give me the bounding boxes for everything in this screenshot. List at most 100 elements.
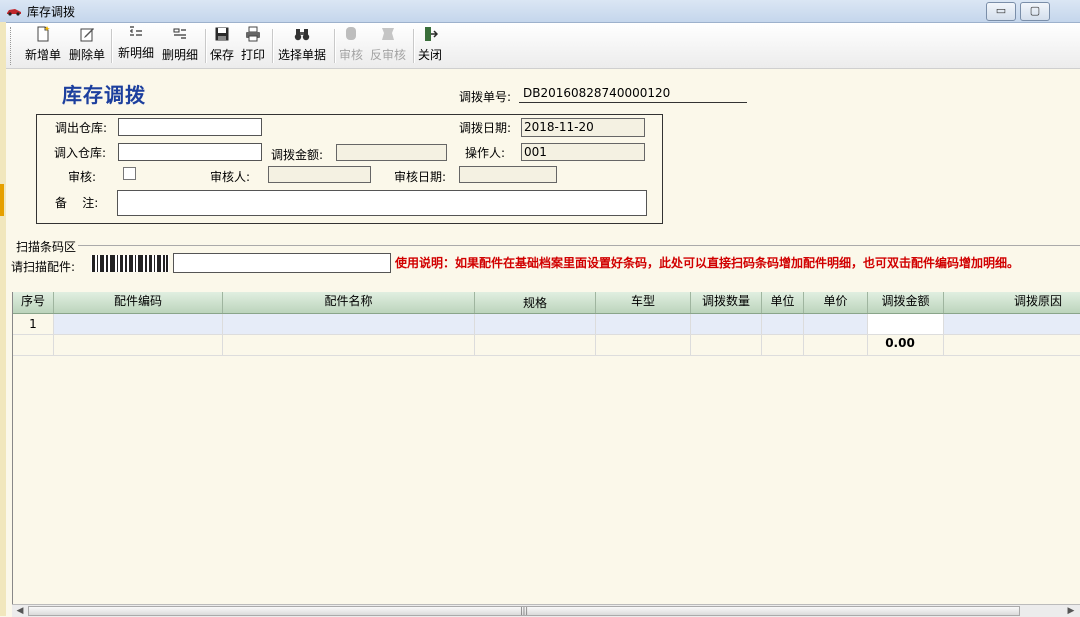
table-row[interactable]: 1: [13, 314, 1080, 335]
unaudit-label: 反审核: [369, 48, 406, 62]
summary-cell: [691, 335, 762, 355]
out-warehouse-input[interactable]: [118, 118, 262, 136]
doc-no-value: DB20160828740000120: [523, 86, 671, 100]
printer-icon: [246, 26, 260, 42]
col-header-part-code[interactable]: 配件编码: [54, 292, 223, 313]
exit-door-icon: [425, 27, 438, 41]
col-header-reason[interactable]: 调拨原因: [944, 292, 1080, 313]
vehicle-cell[interactable]: [596, 314, 691, 334]
in-warehouse-input[interactable]: [118, 143, 262, 161]
undo-stamp-icon: [382, 28, 394, 40]
unaudit-button[interactable]: 反审核: [368, 26, 408, 66]
remove-row-icon: [173, 28, 186, 39]
col-header-spec[interactable]: 规格: [475, 292, 596, 313]
summary-cell: [804, 335, 868, 355]
date-label: 调拨日期:: [459, 121, 512, 135]
amount-label: 调拨金额:: [271, 148, 324, 162]
maximize-icon: ▢: [1029, 4, 1041, 17]
amount-field: [336, 144, 447, 161]
audit-checkbox[interactable]: [123, 167, 136, 180]
auditor-field: [268, 166, 371, 183]
in-warehouse-label: 调入仓库:: [54, 146, 107, 160]
summary-cell: [762, 335, 804, 355]
minimize-icon: ▭: [995, 4, 1007, 17]
toolbar-separator: [413, 29, 415, 63]
stamp-icon: [346, 27, 356, 40]
auditor-label: 审核人:: [210, 170, 251, 184]
operator-label: 操作人:: [465, 146, 506, 160]
edit-document-icon: [80, 28, 94, 42]
grid-header: 序号 配件编码 配件名称 规格 车型 调拨数量 单位 单价 调拨金额 调拨原因: [13, 292, 1080, 314]
new-detail-button[interactable]: 新明细: [116, 24, 156, 64]
col-header-qty[interactable]: 调拨数量: [691, 292, 762, 313]
new-document-icon: [37, 26, 50, 42]
toolbar-separator: [334, 29, 336, 63]
remark-label: 备 注:: [55, 196, 99, 210]
date-field[interactable]: 2018-11-20: [521, 118, 645, 137]
new-detail-label: 新明细: [117, 46, 154, 60]
delete-doc-label: 删除单: [68, 48, 105, 62]
spec-cell[interactable]: [475, 314, 596, 334]
col-header-part-name[interactable]: 配件名称: [223, 292, 475, 313]
col-header-amount[interactable]: 调拨金额: [868, 292, 944, 313]
window-title: 库存调拨: [27, 5, 76, 19]
horizontal-scrollbar[interactable]: ◀ ||| ▶: [12, 604, 1080, 617]
toolbar-grip[interactable]: [10, 27, 13, 65]
select-doc-button[interactable]: 选择单据: [276, 26, 328, 66]
scan-area-legend: 扫描条码区: [16, 240, 77, 254]
operator-field: 001: [521, 143, 645, 161]
audit-status-label: 审核:: [68, 170, 97, 184]
toolbar-separator: [111, 29, 113, 63]
summary-cell: [944, 335, 1080, 355]
scan-usage-hint: 使用说明：如果配件在基础档案里面设置好条码，此处可以直接扫码条码增加配件明细，也…: [395, 256, 1020, 270]
left-edge-strip: [0, 22, 6, 616]
delete-doc-button[interactable]: 删除单: [67, 26, 107, 66]
scroll-right-icon[interactable]: ▶: [1064, 605, 1078, 617]
out-warehouse-label: 调出仓库:: [55, 121, 108, 135]
select-doc-label: 选择单据: [277, 48, 326, 62]
audit-date-label: 审核日期:: [394, 170, 447, 184]
audit-label: 审核: [338, 48, 363, 62]
col-header-seq[interactable]: 序号: [13, 292, 54, 313]
floppy-disk-icon: [215, 27, 229, 41]
remark-input[interactable]: [117, 190, 647, 216]
title-bar: 库存调拨 ▭ ▢: [0, 0, 1080, 23]
toolbar-separator: [205, 29, 207, 63]
total-amount: 0.00: [885, 336, 915, 350]
col-header-vehicle[interactable]: 车型: [596, 292, 691, 313]
scroll-left-icon[interactable]: ◀: [13, 605, 27, 617]
toolbar: 新增单 删除单 新明细 删明细 保存 打印 选择单据 审核 反审核 关闭: [6, 23, 1080, 69]
audit-date-field: [459, 166, 557, 183]
col-header-price[interactable]: 单价: [804, 292, 868, 313]
part-code-cell[interactable]: [54, 314, 223, 334]
print-label: 打印: [240, 48, 265, 62]
audit-button[interactable]: 审核: [337, 26, 365, 66]
save-button[interactable]: 保存: [208, 26, 236, 66]
minimize-button[interactable]: ▭: [986, 2, 1016, 21]
scan-area-divider: [78, 245, 1080, 246]
print-button[interactable]: 打印: [239, 26, 267, 66]
unit-cell[interactable]: [762, 314, 804, 334]
scroll-thumb[interactable]: |||: [28, 606, 1020, 616]
col-header-unit[interactable]: 单位: [762, 292, 804, 313]
page-title: 库存调拨: [62, 83, 146, 107]
amount-cell[interactable]: [868, 314, 944, 334]
new-doc-button[interactable]: 新增单: [23, 26, 63, 66]
delete-detail-button[interactable]: 删明细: [159, 26, 201, 66]
price-cell[interactable]: [804, 314, 868, 334]
close-button[interactable]: 关闭: [416, 26, 444, 66]
row-seq: 1: [13, 314, 54, 334]
new-doc-label: 新增单: [24, 48, 61, 62]
summary-seq: [13, 335, 54, 355]
barcode-icon: [91, 255, 169, 272]
reason-cell[interactable]: [944, 314, 1080, 334]
maximize-button[interactable]: ▢: [1020, 2, 1050, 21]
part-name-cell[interactable]: [223, 314, 475, 334]
delete-detail-label: 删明细: [161, 48, 198, 62]
qty-cell[interactable]: [691, 314, 762, 334]
toolbar-separator: [272, 29, 274, 63]
edge-marker: [0, 184, 4, 216]
scan-input[interactable]: [173, 253, 391, 273]
close-label: 关闭: [417, 48, 442, 62]
summary-cell: [475, 335, 596, 355]
